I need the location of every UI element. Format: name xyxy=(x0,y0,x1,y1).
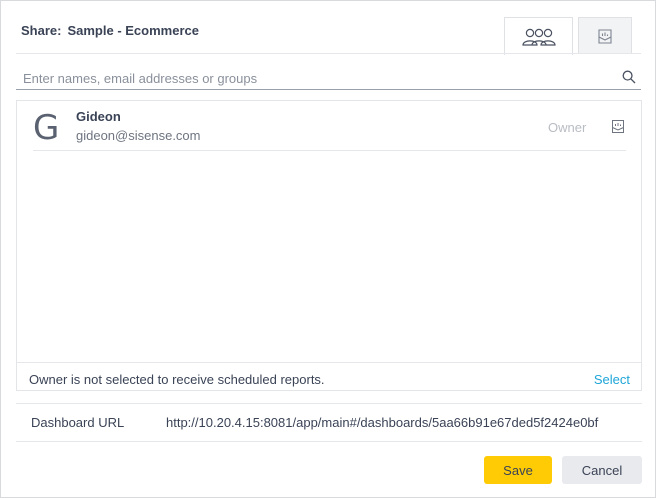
scheduled-reports-notice: Owner is not selected to receive schedul… xyxy=(17,362,641,391)
search-bar xyxy=(16,65,641,90)
user-email: gideon@sisense.com xyxy=(76,128,201,143)
search-icon[interactable] xyxy=(622,70,636,84)
user-name: Gideon xyxy=(76,109,121,124)
tab-users[interactable] xyxy=(504,17,573,55)
select-link[interactable]: Select xyxy=(594,372,630,387)
cancel-button[interactable]: Cancel xyxy=(562,456,642,484)
dashboard-url-label: Dashboard URL xyxy=(31,415,125,430)
tab-reports[interactable] xyxy=(578,17,632,54)
report-icon xyxy=(598,29,612,44)
save-button[interactable]: Save xyxy=(484,456,552,484)
report-icon[interactable] xyxy=(611,119,625,134)
list-item: G Gideon gideon@sisense.com Owner xyxy=(33,101,626,151)
user-role: Owner xyxy=(548,120,587,135)
share-dialog: Share: Sample - Ecommerce Enter names, e… xyxy=(0,0,656,498)
dashboard-url-row: Dashboard URL http://10.20.4.15:8081/app… xyxy=(16,403,642,442)
title-prefix: Share: xyxy=(21,23,62,38)
avatar: G xyxy=(33,108,60,148)
header-divider xyxy=(16,53,641,54)
users-icon xyxy=(521,28,556,46)
search-input[interactable] xyxy=(23,68,613,88)
dialog-title: Share: Sample - Ecommerce xyxy=(21,23,199,38)
dashboard-name: Sample - Ecommerce xyxy=(67,23,199,38)
dashboard-url-value[interactable]: http://10.20.4.15:8081/app/main#/dashboa… xyxy=(166,415,598,430)
notice-text: Owner is not selected to receive schedul… xyxy=(29,372,325,387)
dialog-header: Share: Sample - Ecommerce xyxy=(1,1,655,55)
shared-users-list: G Gideon gideon@sisense.com Owner Owner … xyxy=(16,100,642,391)
